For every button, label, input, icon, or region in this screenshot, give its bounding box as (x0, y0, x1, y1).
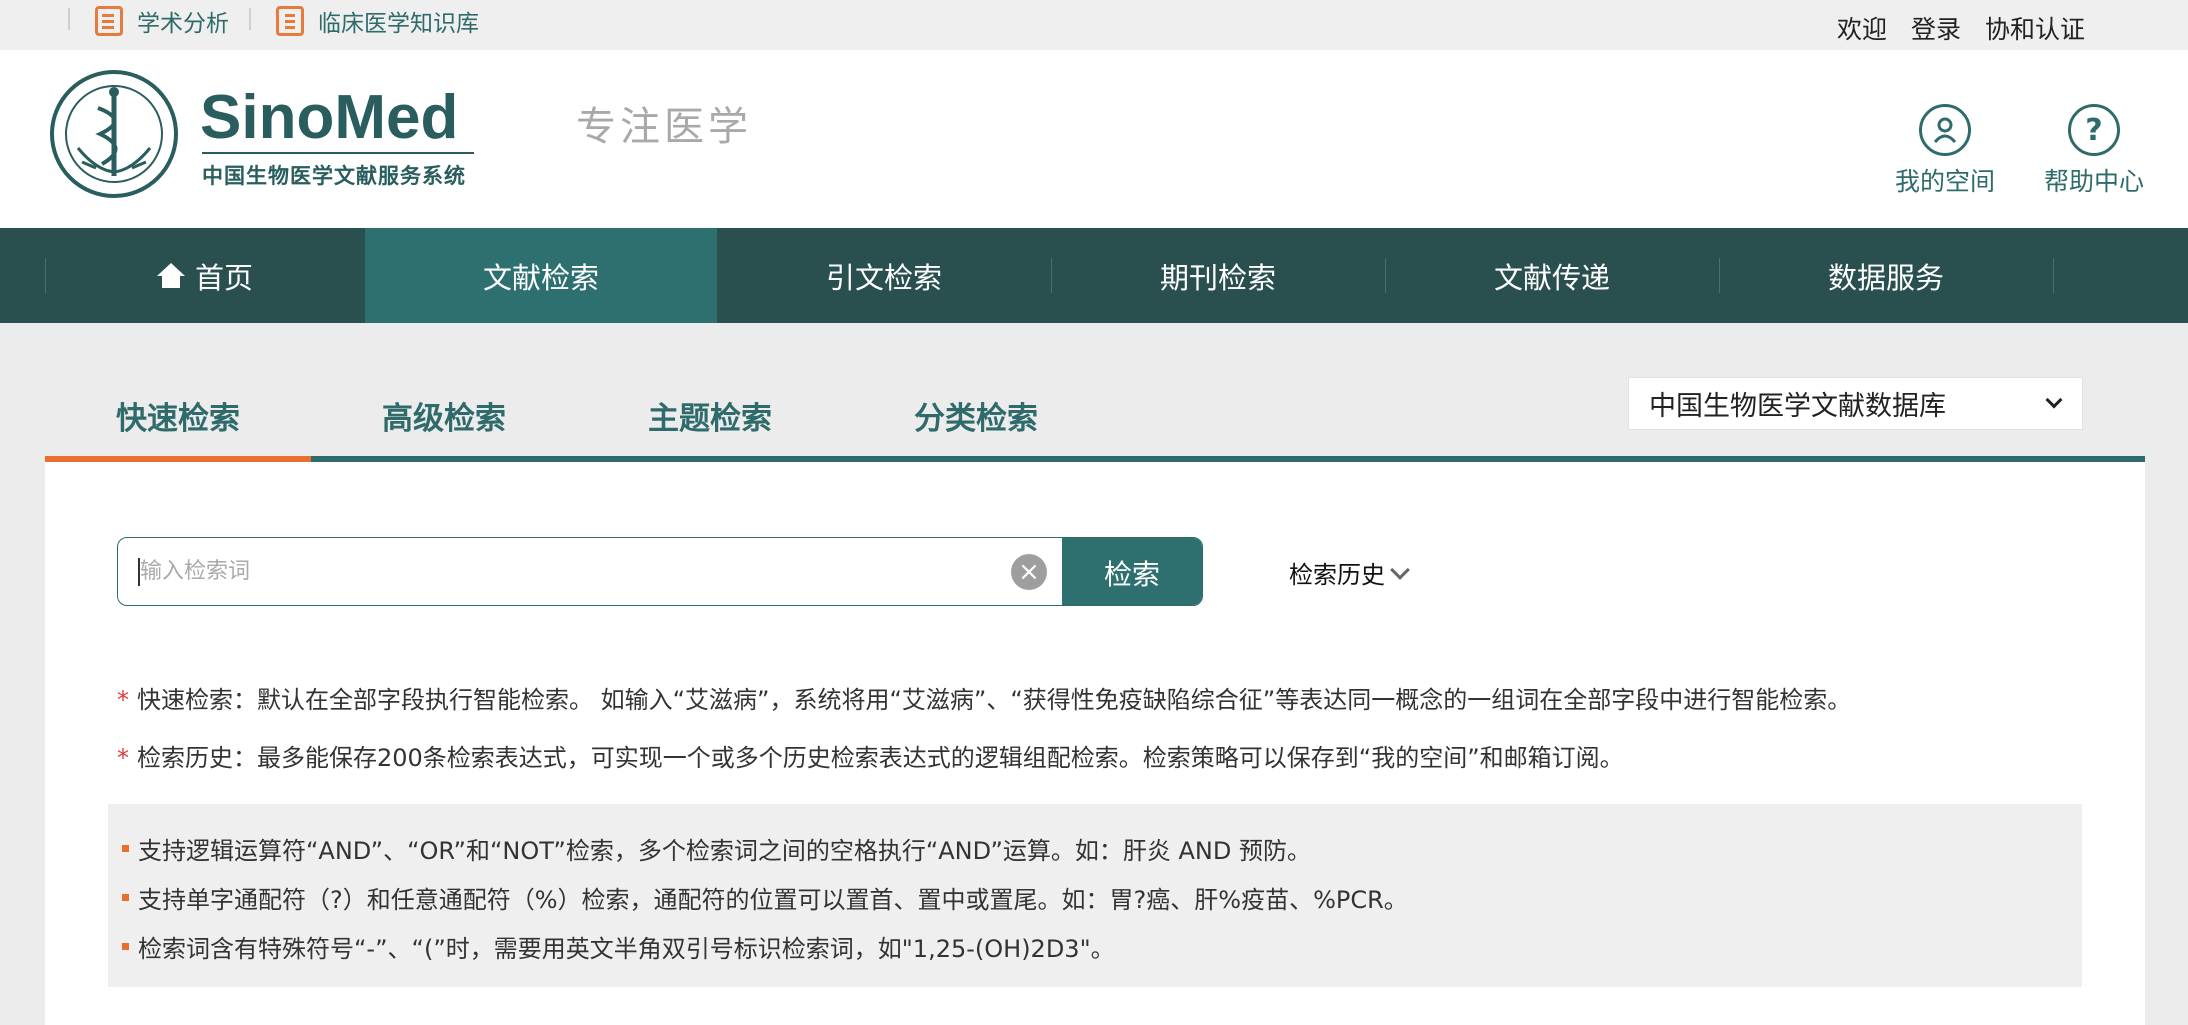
nav-journal-label: 期刊检索 (1159, 260, 1276, 295)
search-button[interactable]: 检索 (1062, 538, 1202, 605)
clear-icon[interactable]: × (1011, 554, 1047, 590)
tip-text: 检索词含有特殊符号“-”、“(”时，需要用英文半角双引号标识检索词，如"1,25… (138, 935, 1115, 963)
brand-subtitle: 中国生物医学文献服务系统 (202, 164, 466, 188)
main-nav: 首页 文献检索 引文检索 期刊检索 文献传递 数据服务 (0, 228, 2188, 323)
book-icon (276, 6, 304, 36)
database-select-value: 中国生物医学文献数据库 (1649, 391, 1946, 422)
bullet-icon (122, 894, 129, 901)
chevron-down-icon (1390, 559, 1410, 580)
academic-analysis-label: 学术分析 (137, 11, 229, 37)
search-history-toggle[interactable]: 检索历史 (1289, 555, 1410, 590)
search-tips-box: 支持逻辑运算符“AND”、“OR”和“NOT”检索，多个检索词之间的空格执行“A… (108, 804, 2082, 987)
tip-item: 支持单字通配符（?）和任意通配符（%）检索，通配符的位置可以置首、置中或置尾。如… (108, 873, 2082, 922)
tab-advanced-search[interactable]: 高级检索 (311, 374, 577, 456)
academic-analysis-link[interactable]: 学术分析 (95, 4, 229, 38)
nav-literature-label: 文献检索 (482, 260, 599, 295)
nav-item-citation-search[interactable]: 引文检索 (717, 228, 1051, 323)
brand-name: SinoMed (200, 83, 459, 152)
pumc-auth-link[interactable]: 协和认证 (1985, 10, 2085, 46)
help-icon: ? (2068, 104, 2120, 156)
nav-delivery-label: 文献传递 (1493, 260, 1610, 295)
help-center-label: 帮助中心 (2043, 167, 2144, 196)
tip-text: 支持单字通配符（?）和任意通配符（%）检索，通配符的位置可以置首、置中或置尾。如… (138, 886, 1408, 914)
divider (68, 8, 70, 30)
nav-item-home[interactable]: 首页 (45, 228, 365, 323)
my-space-label: 我的空间 (1894, 167, 1995, 196)
tip-item: 支持逻辑运算符“AND”、“OR”和“NOT”检索，多个检索词之间的空格执行“A… (108, 824, 2082, 873)
tip-item: 检索词含有特殊符号“-”、“(”时，需要用英文半角双引号标识检索词，如"1,25… (108, 922, 2082, 971)
help-center-button[interactable]: ? 帮助中心 (2034, 104, 2154, 198)
imicams-seal-logo (50, 70, 178, 198)
quick-search-panel: × 检索 检索历史 * 快速检索：默认在全部字段执行智能检索。 如输入“艾滋病”，… (45, 462, 2145, 1025)
text-caret (138, 558, 140, 586)
note-text: 快速检索：默认在全部字段执行智能检索。 如输入“艾滋病”，系统将用“艾滋病”、“… (137, 686, 1852, 714)
asterisk-icon: * (117, 686, 129, 714)
divider (249, 8, 251, 30)
database-select[interactable]: 中国生物医学文献数据库 (1628, 377, 2083, 430)
asterisk-icon: * (117, 744, 129, 772)
tip-text: 支持逻辑运算符“AND”、“OR”和“NOT”检索，多个检索词之间的空格执行“A… (138, 837, 1311, 865)
search-history-label: 检索历史 (1289, 561, 1385, 589)
search-box: × 检索 (117, 537, 1203, 606)
search-input[interactable] (118, 538, 1018, 605)
nav-citation-label: 引文检索 (825, 260, 942, 295)
account-links: 欢迎 登录 协和认证 (1837, 10, 2085, 46)
slogan: 专注医学 (576, 104, 752, 150)
my-space-button[interactable]: 我的空间 (1885, 104, 2005, 198)
nav-item-data-services[interactable]: 数据服务 (1719, 228, 2053, 323)
nav-item-journal-search[interactable]: 期刊检索 (1051, 228, 1385, 323)
bullet-icon (122, 845, 129, 852)
login-link[interactable]: 登录 (1911, 10, 1961, 46)
home-icon (156, 262, 185, 289)
site-header: SinoMed 中国生物医学文献服务系统 专注医学 我的空间 ? 帮助中心 (0, 50, 2188, 228)
nav-item-document-delivery[interactable]: 文献传递 (1385, 228, 1719, 323)
tab-subject-search[interactable]: 主题检索 (577, 374, 843, 456)
user-icon (1919, 104, 1971, 156)
tab-classification-search[interactable]: 分类检索 (843, 374, 1109, 456)
note-text: 检索历史：最多能保存200条检索表达式，可实现一个或多个历史检索表达式的逻辑组配… (137, 744, 1624, 772)
nav-item-literature-search[interactable]: 文献检索 (365, 228, 717, 323)
nav-data-label: 数据服务 (1827, 260, 1944, 295)
quick-search-note: * 快速检索：默认在全部字段执行智能检索。 如输入“艾滋病”，系统将用“艾滋病”、… (117, 680, 1851, 715)
welcome-text: 欢迎 (1836, 15, 1887, 44)
nav-home-label: 首页 (194, 260, 253, 295)
top-utility-bar: 学术分析 临床医学知识库 欢迎 登录 协和认证 (0, 0, 2188, 50)
analysis-icon (95, 6, 123, 36)
brand-underline (202, 152, 474, 154)
bullet-icon (122, 943, 129, 950)
chevron-down-icon (2045, 391, 2063, 409)
clinical-knowledge-label: 临床医学知识库 (318, 11, 479, 37)
search-history-note: * 检索历史：最多能保存200条检索表达式，可实现一个或多个历史检索表达式的逻辑组… (117, 738, 1624, 773)
tab-quick-search[interactable]: 快速检索 (45, 374, 311, 456)
clinical-knowledge-link[interactable]: 临床医学知识库 (276, 4, 479, 38)
nav-divider (2053, 258, 2054, 293)
